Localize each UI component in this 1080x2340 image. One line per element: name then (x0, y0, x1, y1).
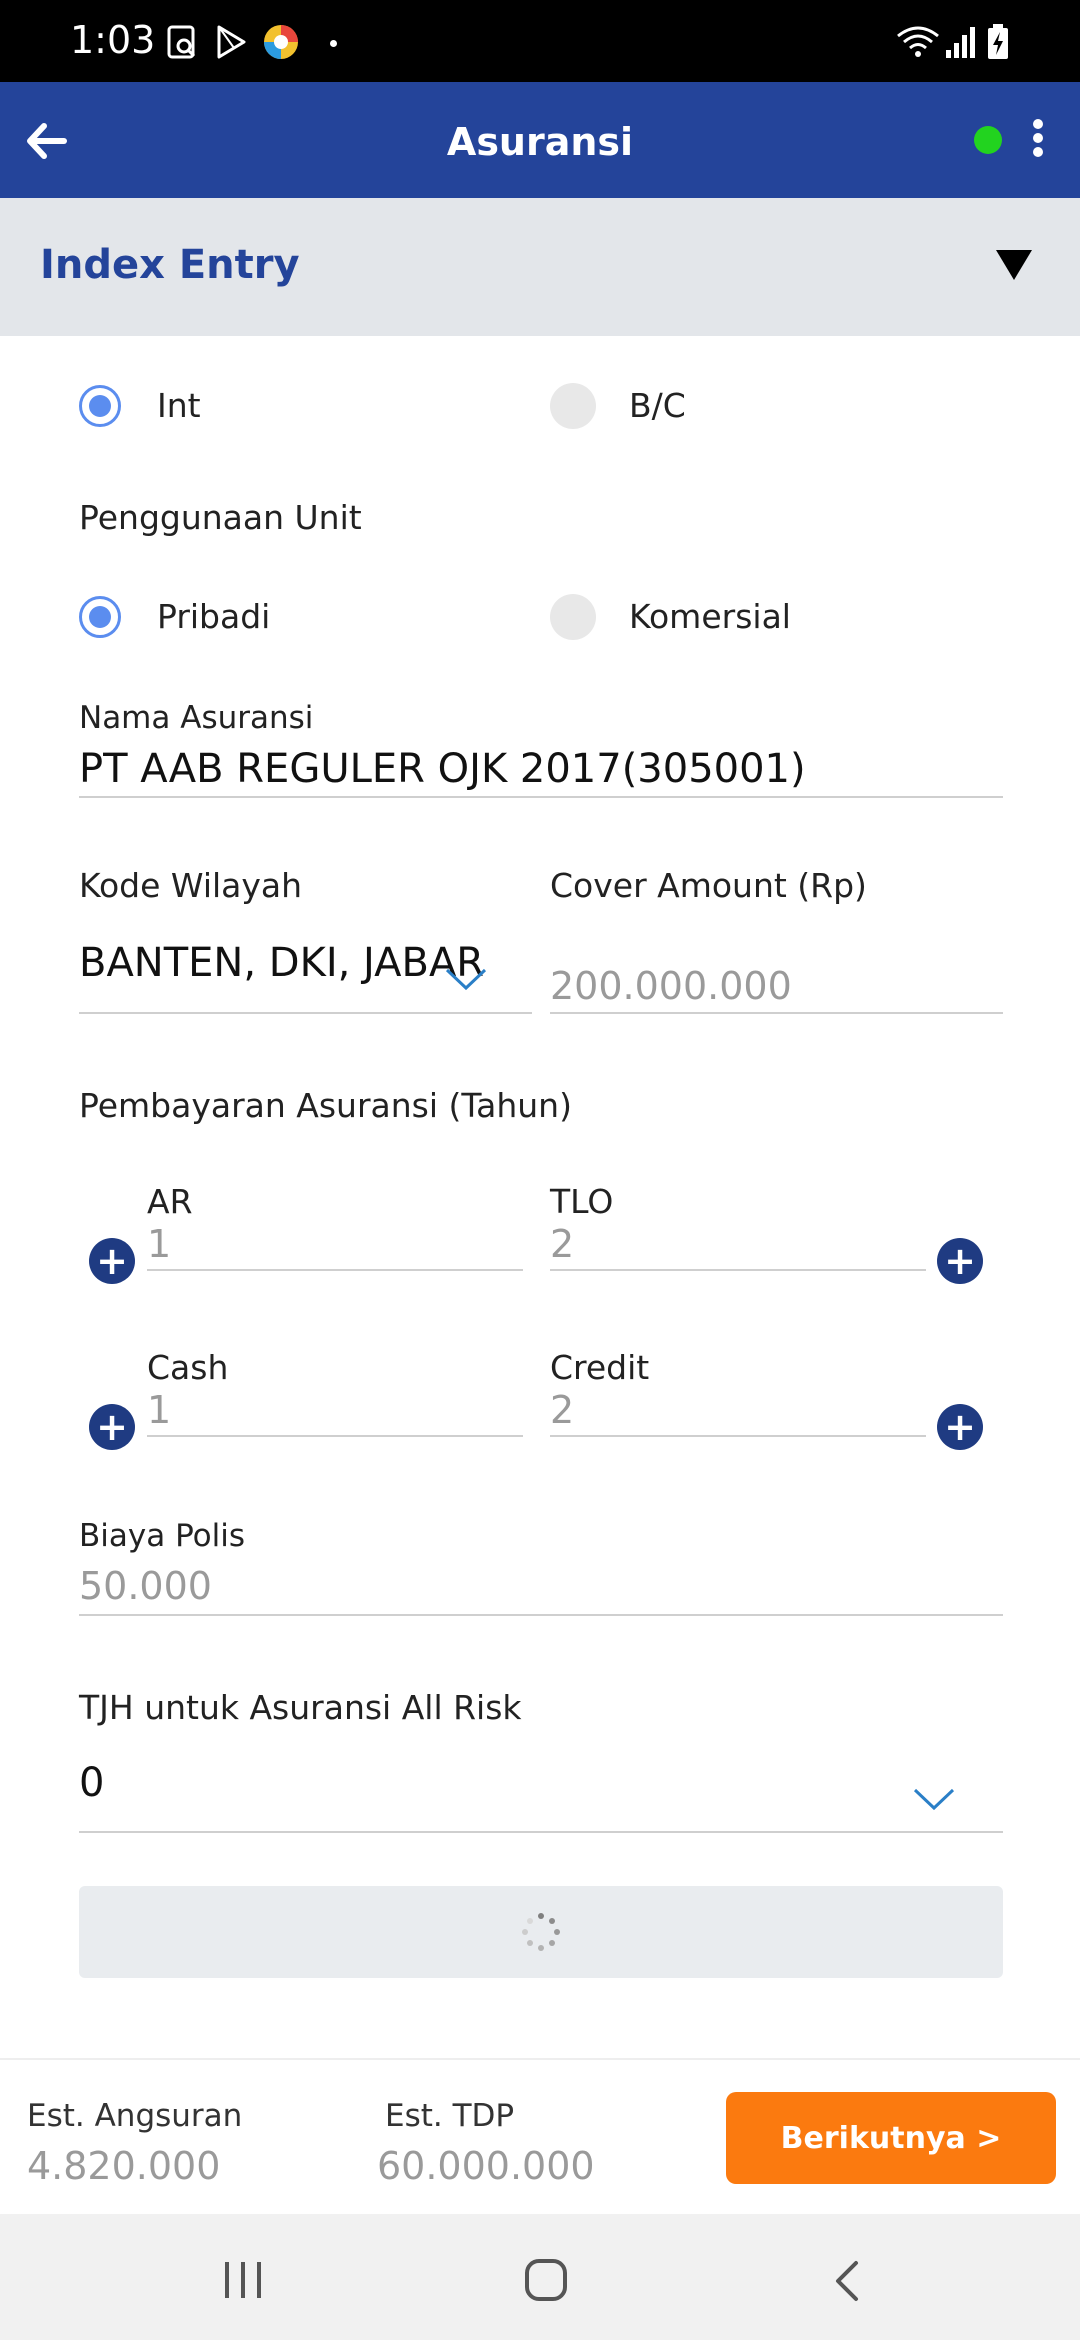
est-angsuran-value: 4.820.000 (27, 2144, 221, 2188)
tlo-underline (550, 1269, 926, 1271)
ar-plus-icon[interactable]: + (89, 1238, 135, 1284)
nama-asuransi-label: Nama Asuransi (79, 700, 314, 736)
radio-int[interactable] (79, 385, 121, 427)
ar-underline (147, 1269, 523, 1271)
more-notifications-dot (330, 40, 337, 47)
tlo-plus-icon[interactable]: + (937, 1238, 983, 1284)
est-angsuran-label: Est. Angsuran (27, 2098, 243, 2134)
loading-spinner-icon (521, 1912, 561, 1956)
page-title: Asuransi (446, 120, 634, 164)
cash-label: Cash (147, 1348, 229, 1387)
section-title: Index Entry (40, 242, 300, 288)
more-options-icon[interactable] (1030, 118, 1046, 166)
online-status-indicator (974, 126, 1002, 154)
home-icon[interactable] (524, 2258, 568, 2306)
radio-komersial[interactable] (550, 594, 596, 640)
play-store-icon (214, 22, 248, 62)
radio-bc-label: B/C (629, 386, 686, 425)
credit-label: Credit (550, 1348, 650, 1387)
collapse-triangle-icon[interactable] (994, 248, 1034, 286)
penggunaan-unit-label: Penggunaan Unit (79, 498, 362, 537)
back-nav-icon[interactable] (832, 2260, 862, 2306)
screenshot-notification-icon (166, 22, 200, 62)
credit-underline (550, 1435, 926, 1437)
credit-field[interactable]: 2 (550, 1388, 574, 1432)
tlo-label: TLO (550, 1182, 614, 1221)
signal-icon (944, 22, 978, 62)
cash-underline (147, 1435, 523, 1437)
radio-pribadi-label: Pribadi (157, 597, 271, 636)
est-tdp-value: 60.000.000 (377, 2144, 595, 2188)
kode-wilayah-label: Kode Wilayah (79, 866, 303, 905)
loading-button[interactable] (79, 1886, 1003, 1978)
section-header-index-entry[interactable]: Index Entry (0, 198, 1080, 336)
kode-wilayah-chevron-down-icon[interactable] (444, 966, 488, 998)
cash-plus-icon[interactable]: + (89, 1404, 135, 1450)
cash-field[interactable]: 1 (147, 1388, 171, 1432)
biaya-polis-field[interactable]: 50.000 (79, 1564, 212, 1608)
cover-amount-underline (550, 1012, 1003, 1014)
radio-komersial-label: Komersial (629, 597, 791, 636)
pembayaran-asuransi-label: Pembayaran Asuransi (Tahun) (79, 1086, 572, 1125)
nama-asuransi-underline (79, 796, 1003, 798)
status-bar: 1:03 (0, 0, 1080, 82)
credit-plus-icon[interactable]: + (937, 1404, 983, 1450)
radio-bc[interactable] (550, 383, 596, 429)
nama-asuransi-field[interactable]: PT AAB REGULER OJK 2017(305001) (79, 746, 806, 792)
kode-wilayah-underline (79, 1012, 532, 1014)
radio-pribadi[interactable] (79, 596, 121, 638)
system-nav-bar (0, 2214, 1080, 2340)
status-time: 1:03 (70, 18, 156, 62)
recent-apps-icon[interactable] (222, 2260, 264, 2304)
ar-label: AR (147, 1182, 193, 1221)
kode-wilayah-dropdown[interactable]: BANTEN, DKI, JABAR (79, 940, 484, 986)
tjh-label: TJH untuk Asuransi All Risk (79, 1688, 522, 1727)
tjh-chevron-down-icon[interactable] (912, 1786, 956, 1818)
cover-amount-field[interactable]: 200.000.000 (550, 964, 792, 1008)
tjh-underline (79, 1831, 1003, 1833)
biaya-polis-label: Biaya Polis (79, 1518, 246, 1554)
wifi-icon (896, 22, 940, 62)
tjh-dropdown[interactable]: 0 (79, 1760, 104, 1806)
app-bar: Asuransi (0, 82, 1080, 198)
app-notification-icon (262, 22, 300, 62)
ar-field[interactable]: 1 (147, 1222, 171, 1266)
est-tdp-label: Est. TDP (385, 2098, 515, 2134)
cover-amount-label: Cover Amount (Rp) (550, 866, 867, 905)
battery-charging-icon (986, 22, 1010, 62)
tlo-field[interactable]: 2 (550, 1222, 574, 1266)
biaya-polis-underline (79, 1614, 1003, 1616)
next-button[interactable]: Berikutnya > (726, 2092, 1056, 2184)
radio-int-label: Int (157, 386, 201, 425)
